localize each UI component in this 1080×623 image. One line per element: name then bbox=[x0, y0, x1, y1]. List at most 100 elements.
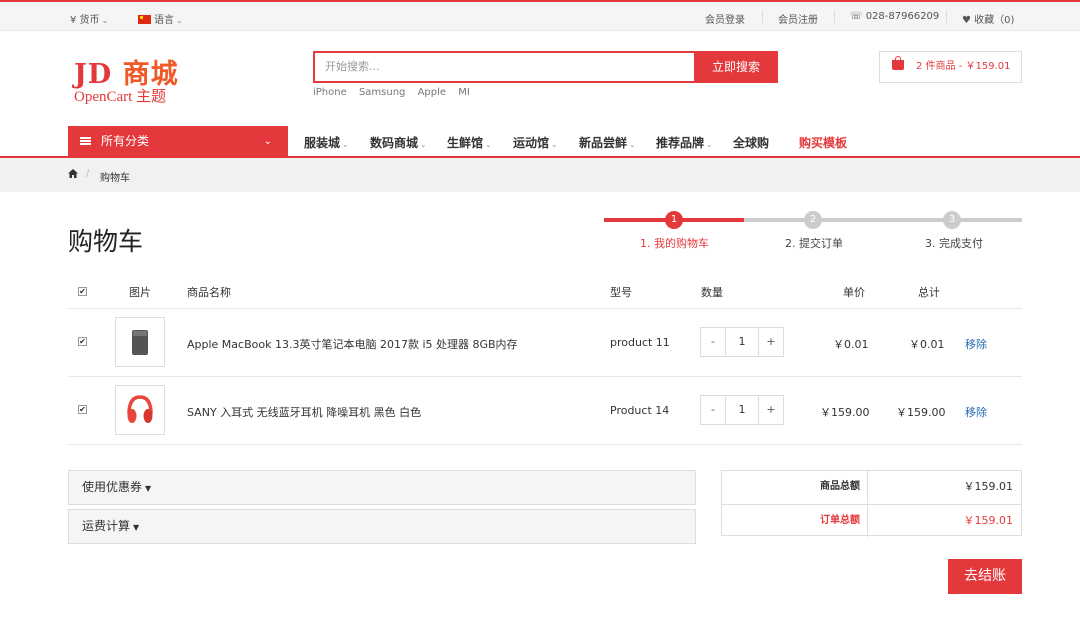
coupon-panel-toggle[interactable]: 使用优惠券 ▼ bbox=[68, 470, 696, 505]
nav-item-sports[interactable]: 运动馆 ⌄ bbox=[513, 134, 558, 151]
speaker-image bbox=[132, 330, 148, 355]
chevron-down-icon: ⌄ bbox=[629, 140, 636, 149]
breadcrumb-current: 购物车 bbox=[100, 173, 130, 184]
quantity-input[interactable]: 1 bbox=[726, 396, 758, 424]
headphones-image bbox=[127, 395, 153, 423]
remove-link[interactable]: 移除 bbox=[965, 336, 987, 352]
search-button[interactable]: 立即搜索 bbox=[694, 51, 778, 83]
order-total-value: ￥159.01 bbox=[963, 514, 1014, 527]
divider bbox=[946, 10, 947, 23]
step-progress-inactive bbox=[744, 218, 1022, 222]
row-divider bbox=[68, 444, 1022, 445]
hotword-link[interactable]: iPhone bbox=[313, 87, 347, 98]
chevron-down-icon: ⌄ bbox=[706, 140, 713, 149]
quantity-stepper: - 1 + bbox=[700, 395, 784, 425]
mini-cart-button[interactable]: 2 件商品 - ￥159.01 bbox=[879, 51, 1022, 83]
caret-down-icon: ▼ bbox=[145, 484, 152, 493]
currency-selector[interactable]: ¥ 货币 ⌄ bbox=[70, 11, 108, 26]
china-flag-icon bbox=[138, 15, 151, 24]
divider bbox=[834, 10, 835, 23]
chevron-down-icon: ⌄ bbox=[263, 136, 272, 147]
product-image-speaker[interactable] bbox=[115, 317, 165, 367]
product-name-link[interactable]: SANY 入耳式 无线蓝牙耳机 降噪耳机 黑色 白色 bbox=[187, 404, 421, 420]
login-link[interactable]: 会员登录 bbox=[705, 11, 745, 26]
col-header-image: 图片 bbox=[129, 286, 151, 299]
page-title: 购物车 bbox=[68, 227, 144, 256]
nav-item-brands[interactable]: 推荐品牌 ⌄ bbox=[656, 134, 713, 151]
phone-contact: ☏ 028-87966209 bbox=[850, 11, 939, 22]
logo-subtitle: OpenCart 主题 bbox=[74, 89, 167, 105]
nav-label: 服装城 bbox=[304, 136, 341, 150]
step-2-dot: 2 bbox=[804, 211, 822, 229]
nav-item-buy-template[interactable]: 购买模板 bbox=[799, 134, 847, 151]
nav-item-new[interactable]: 新品尝鲜 ⌄ bbox=[579, 134, 636, 151]
all-categories-button[interactable]: 所有分类 ⌄ bbox=[68, 126, 288, 157]
chevron-down-icon: ⌄ bbox=[342, 140, 349, 149]
nav-item-clothing[interactable]: 服装城 ⌄ bbox=[304, 134, 349, 151]
language-selector[interactable]: 语言 ⌄ bbox=[138, 11, 183, 26]
subtotal-label: 商品总额 bbox=[722, 471, 868, 503]
heart-icon: ♥ bbox=[962, 15, 975, 26]
subtotal-value: ￥159.01 bbox=[963, 480, 1014, 493]
chevron-down-icon: ⌄ bbox=[176, 16, 183, 25]
quantity-stepper: - 1 + bbox=[700, 327, 784, 357]
cart-summary: 2 件商品 - ￥159.01 bbox=[916, 61, 1011, 72]
col-header-quantity: 数量 bbox=[701, 286, 723, 299]
caret-down-icon: ▼ bbox=[133, 523, 140, 532]
col-header-unit-price: 单价 bbox=[843, 286, 865, 299]
row-divider bbox=[68, 376, 1022, 377]
breadcrumb-separator: / bbox=[86, 168, 90, 179]
product-model: Product 14 bbox=[610, 404, 670, 417]
breadcrumb: / 购物车 bbox=[0, 158, 1080, 192]
hotword-link[interactable]: Apple bbox=[418, 87, 446, 98]
quantity-increase-button[interactable]: + bbox=[758, 328, 783, 356]
step-3-label: 3. 完成支付 bbox=[925, 237, 983, 250]
chevron-down-icon: ⌄ bbox=[551, 140, 558, 149]
row-divider bbox=[68, 308, 1022, 309]
language-label: 语言 bbox=[154, 15, 174, 26]
select-all-checkbox[interactable]: ✔ bbox=[78, 287, 87, 296]
nav-label: 运动馆 bbox=[513, 136, 550, 150]
hotword-link[interactable]: MI bbox=[458, 87, 470, 98]
favorites-link[interactable]: ♥ 收藏（0) bbox=[962, 11, 1014, 26]
subtotal-row: 商品总额 ￥159.01 bbox=[722, 471, 1021, 504]
product-model: product 11 bbox=[610, 336, 670, 349]
product-image-headphones[interactable] bbox=[115, 385, 165, 435]
quantity-decrease-button[interactable]: - bbox=[701, 328, 726, 356]
quantity-increase-button[interactable]: + bbox=[758, 396, 783, 424]
hotword-link[interactable]: Samsung bbox=[359, 87, 405, 98]
all-categories-label: 所有分类 bbox=[101, 134, 150, 148]
search-input[interactable]: 开始搜索... bbox=[313, 51, 695, 83]
step-2-label: 2. 提交订单 bbox=[785, 237, 843, 250]
shopping-bag-icon bbox=[892, 56, 904, 70]
remove-link[interactable]: 移除 bbox=[965, 404, 987, 420]
nav-label: 数码商城 bbox=[370, 136, 419, 150]
row-total: ￥0.01 bbox=[909, 338, 945, 351]
step-3-dot: 3 bbox=[943, 211, 961, 229]
order-total-row: 订单总额 ￥159.01 bbox=[722, 504, 1021, 537]
menu-icon bbox=[80, 137, 91, 145]
nav-item-fresh[interactable]: 生鲜馆 ⌄ bbox=[447, 134, 492, 151]
quantity-decrease-button[interactable]: - bbox=[701, 396, 726, 424]
order-totals: 商品总额 ￥159.01 订单总额 ￥159.01 bbox=[721, 470, 1022, 537]
product-name-link[interactable]: Apple MacBook 13.3英寸笔记本电脑 2017款 i5 处理器 8… bbox=[187, 336, 518, 352]
phone-icon: ☏ bbox=[850, 11, 866, 22]
quantity-input[interactable]: 1 bbox=[726, 328, 758, 356]
top-bar: ¥ 货币 ⌄ 语言 ⌄ 会员登录 会员注册 ☏ 028-87966209 ♥ 收藏（… bbox=[0, 0, 1080, 31]
register-link[interactable]: 会员注册 bbox=[778, 11, 818, 26]
unit-price: ￥0.01 bbox=[833, 338, 869, 351]
unit-price: ￥159.00 bbox=[820, 406, 870, 419]
shipping-panel-toggle[interactable]: 运费计算 ▼ bbox=[68, 509, 696, 544]
checkout-button[interactable]: 去结账 bbox=[948, 559, 1022, 594]
col-header-total: 总计 bbox=[918, 286, 940, 299]
nav-item-global[interactable]: 全球购 bbox=[733, 134, 769, 151]
row-checkbox[interactable]: ✔ bbox=[78, 337, 87, 346]
row-checkbox[interactable]: ✔ bbox=[78, 405, 87, 414]
hot-search-words: iPhone Samsung Apple MI bbox=[313, 87, 479, 98]
chevron-down-icon: ⌄ bbox=[101, 16, 109, 25]
col-header-name: 商品名称 bbox=[187, 286, 231, 299]
nav-item-digital[interactable]: 数码商城 ⌄ bbox=[370, 134, 427, 151]
step-1-label: 1. 我的购物车 bbox=[640, 237, 709, 250]
home-icon[interactable] bbox=[68, 169, 78, 178]
order-total-label: 订单总额 bbox=[722, 505, 868, 537]
